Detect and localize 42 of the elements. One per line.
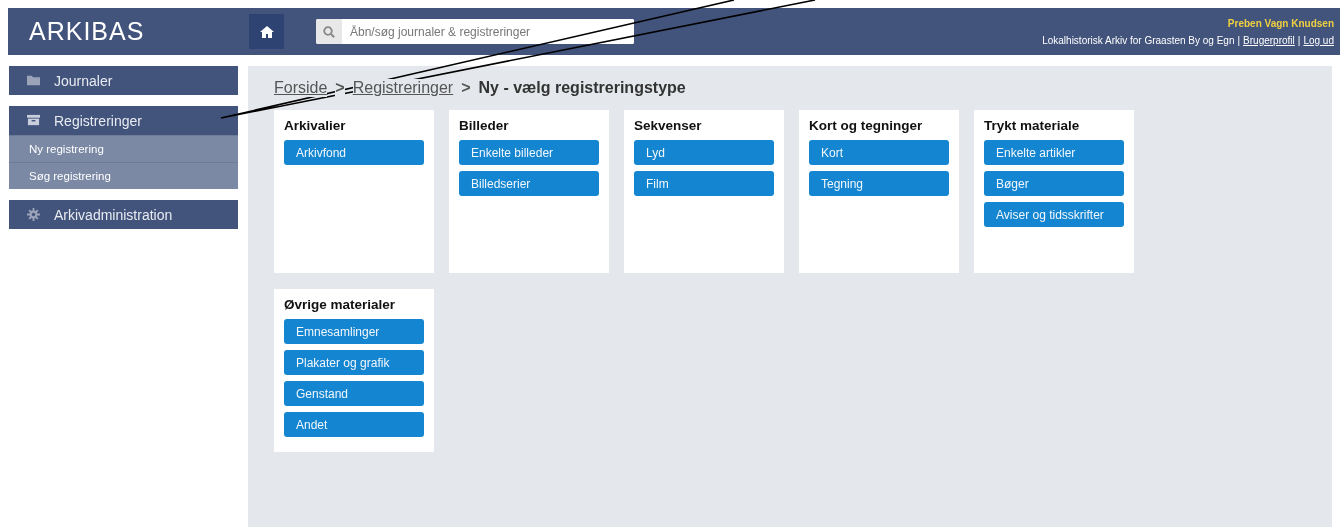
card-title: Trykt materiale [984,118,1081,133]
type-button[interactable]: Tegning [809,171,949,196]
breadcrumb-link[interactable]: Registreringer [352,79,454,97]
card-title: Billeder [459,118,510,133]
home-icon [259,25,274,38]
type-button[interactable]: Aviser og tidsskrifter [984,202,1124,227]
type-button[interactable]: Enkelte artikler [984,140,1124,165]
user-name: Preben Vagn Knudsen [1226,16,1334,31]
sidebar-subitem[interactable]: Ny registrering [9,135,238,162]
type-button[interactable]: Kort [809,140,949,165]
sidebar-subitem[interactable]: Søg registrering [9,162,238,189]
card-title: Sekvenser [634,118,703,133]
sidebar-item[interactable]: Arkivadministration [9,200,238,229]
type-button[interactable]: Arkivfond [284,140,424,165]
card-title: Kort og tegninger [809,118,924,133]
sidebar-item[interactable]: Registreringer [9,106,238,135]
type-button[interactable]: Andet [284,412,424,437]
card-title: Arkivalier [284,118,347,133]
breadcrumb-link[interactable]: Forside [274,79,328,97]
type-button[interactable]: Billedserier [459,171,599,196]
card-title: Øvrige materialer [284,297,397,312]
search-field[interactable]: Åbn/søg journaler & registreringer [316,19,634,44]
gear-icon [27,208,40,221]
header-link[interactable]: Log ud [1303,34,1334,46]
home-button[interactable] [249,14,284,49]
logo[interactable]: ARKIBAS [8,17,249,46]
type-button[interactable]: Film [634,171,774,196]
separator: | [1237,34,1241,46]
type-button[interactable]: Bøger [984,171,1124,196]
page-title: Ny - vælg registreringstype [478,79,686,97]
header-link[interactable]: Brugerprofil [1243,34,1295,46]
folder-icon [27,74,40,87]
type-button[interactable]: Plakater og grafik [284,350,424,375]
archive-box-icon [27,114,40,127]
search-icon [323,25,335,38]
separator: | [1297,34,1301,46]
type-button[interactable]: Enkelte billeder [459,140,599,165]
type-button[interactable]: Genstand [284,381,424,406]
type-button[interactable]: Lyd [634,140,774,165]
type-button[interactable]: Emnesamlinger [284,319,424,344]
archive-name: Lokalhistorisk Arkiv for Graasten By og Egn [1042,34,1235,46]
sidebar-item[interactable]: Journaler [9,66,238,95]
